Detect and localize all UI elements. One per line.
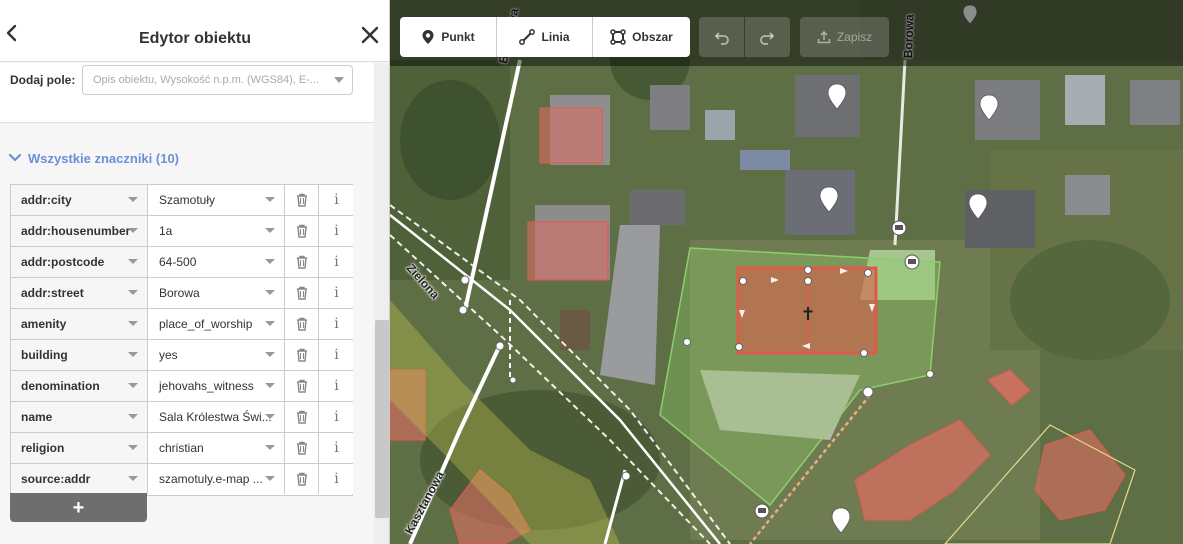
- add-field-row: Dodaj pole: Opis obiektu, Wysokość n.p.m…: [0, 63, 374, 123]
- tag-value-caret-icon[interactable]: [265, 476, 275, 481]
- trash-icon: [297, 472, 307, 486]
- area-icon: [610, 29, 626, 45]
- tag-info-button[interactable]: i: [320, 278, 353, 308]
- add-line-label: Linia: [541, 30, 570, 44]
- delete-tag-button[interactable]: [286, 309, 319, 339]
- tag-row: denomination jehovahs_witness i: [11, 371, 353, 402]
- close-button[interactable]: [359, 24, 381, 46]
- trash-icon: [297, 379, 307, 393]
- delete-tag-button[interactable]: [286, 402, 319, 432]
- trash-icon: [297, 286, 307, 300]
- delete-tag-button[interactable]: [286, 371, 319, 401]
- tag-row: building yes i: [11, 340, 353, 371]
- tag-info-button[interactable]: i: [320, 433, 353, 463]
- undo-icon: [714, 32, 729, 45]
- tag-info-button[interactable]: i: [320, 402, 353, 432]
- tag-info-button[interactable]: i: [320, 216, 353, 246]
- svg-text:✝: ✝: [800, 304, 815, 325]
- trash-icon: [297, 224, 307, 238]
- tag-key-caret-icon[interactable]: [128, 445, 138, 450]
- undo-button[interactable]: [699, 17, 744, 57]
- tag-key-caret-icon[interactable]: [128, 290, 138, 295]
- tag-value-caret-icon[interactable]: [265, 290, 275, 295]
- delete-tag-button[interactable]: [286, 278, 319, 308]
- delete-tag-button[interactable]: [286, 464, 319, 494]
- tag-value-caret-icon[interactable]: [265, 321, 275, 326]
- tag-key-caret-icon[interactable]: [128, 228, 138, 233]
- delete-tag-button[interactable]: [286, 340, 319, 370]
- add-field-combobox[interactable]: Opis obiektu, Wysokość n.p.m. (WGS84), E…: [82, 65, 353, 95]
- tag-info-button[interactable]: i: [320, 247, 353, 277]
- tag-key-caret-icon[interactable]: [128, 414, 138, 419]
- close-icon: [361, 26, 379, 44]
- tag-row: addr:street Borowa i: [11, 278, 353, 309]
- tag-info-button[interactable]: i: [320, 340, 353, 370]
- add-area-button[interactable]: Obszar: [593, 17, 690, 57]
- tag-key-caret-icon[interactable]: [128, 476, 138, 481]
- trash-icon: [297, 410, 307, 424]
- tag-key-caret-icon[interactable]: [128, 197, 138, 202]
- trash-icon: [297, 317, 307, 331]
- add-point-label: Punkt: [441, 30, 475, 44]
- add-feature-mode-group: Punkt Linia Obszar: [400, 17, 690, 57]
- all-tags-section-title: Wszystkie znaczniki (10): [28, 150, 179, 166]
- trash-icon: [297, 255, 307, 269]
- redo-button[interactable]: [744, 17, 789, 57]
- save-button[interactable]: Zapisz: [800, 17, 889, 57]
- map-canvas[interactable]: ✝ Borowa Zielona Kasztanowa Punkt Linia …: [390, 0, 1183, 544]
- add-field-label: Dodaj pole:: [10, 73, 76, 87]
- tag-info-button[interactable]: i: [320, 309, 353, 339]
- delete-tag-button[interactable]: [286, 216, 319, 246]
- panel-title: Edytor obiektu: [138, 30, 251, 47]
- tag-row: addr:postcode 64-500 i: [11, 247, 353, 278]
- tag-row: amenity place_of_worship i: [11, 309, 353, 340]
- save-label: Zapisz: [836, 30, 873, 44]
- tag-editor-table: addr:city Szamotuły i addr:housenumber 1…: [10, 184, 353, 496]
- map-pin-icon: [422, 30, 434, 44]
- tag-info-button[interactable]: i: [320, 185, 353, 215]
- tag-value-caret-icon[interactable]: [265, 414, 275, 419]
- delete-tag-button[interactable]: [286, 185, 319, 215]
- tag-value-caret-icon[interactable]: [265, 197, 275, 202]
- history-group: [699, 17, 790, 57]
- feature-editor-panel: Edytor obiektu Dodaj pole: Opis obiektu,…: [0, 0, 390, 544]
- delete-tag-button[interactable]: [286, 247, 319, 277]
- trash-icon: [297, 348, 307, 362]
- panel-header: Edytor obiektu: [0, 0, 389, 62]
- tag-value-caret-icon[interactable]: [265, 228, 275, 233]
- tag-value-caret-icon[interactable]: [265, 259, 275, 264]
- tag-info-button[interactable]: i: [320, 371, 353, 401]
- add-area-label: Obszar: [632, 30, 673, 44]
- tag-row: addr:housenumber 1a i: [11, 216, 353, 247]
- all-tags-section-toggle[interactable]: Wszystkie znaczniki (10): [8, 148, 179, 168]
- plus-icon: +: [72, 496, 85, 519]
- add-line-button[interactable]: Linia: [497, 17, 593, 57]
- tag-value-caret-icon[interactable]: [265, 445, 275, 450]
- tag-key-caret-icon[interactable]: [128, 259, 138, 264]
- line-icon: [519, 29, 536, 45]
- app-root: Edytor obiektu Dodaj pole: Opis obiektu,…: [0, 0, 1183, 544]
- aerial-imagery: ✝: [390, 0, 1183, 544]
- tag-row: name Sala Królestwa Świ... i: [11, 402, 353, 433]
- delete-tag-button[interactable]: [286, 433, 319, 463]
- tag-key-caret-icon[interactable]: [128, 383, 138, 388]
- tag-info-button[interactable]: i: [320, 464, 353, 494]
- tag-row: source:addr szamotuly.e-map ... i: [11, 464, 353, 495]
- tag-row: addr:city Szamotuły i: [11, 185, 353, 216]
- redo-icon: [760, 32, 775, 45]
- upload-icon: [817, 30, 831, 44]
- tag-value-caret-icon[interactable]: [265, 352, 275, 357]
- tag-value-caret-icon[interactable]: [265, 383, 275, 388]
- panel-scrollbar-thumb[interactable]: [375, 320, 389, 518]
- tag-row: religion christian i: [11, 433, 353, 464]
- trash-icon: [297, 193, 307, 207]
- add-field-dropdown-caret-icon[interactable]: [334, 77, 344, 83]
- chevron-down-icon: [8, 153, 22, 162]
- tag-key-caret-icon[interactable]: [128, 321, 138, 326]
- add-tag-button[interactable]: +: [10, 493, 147, 522]
- trash-icon: [297, 441, 307, 455]
- tag-key-caret-icon[interactable]: [128, 352, 138, 357]
- add-point-button[interactable]: Punkt: [400, 17, 497, 57]
